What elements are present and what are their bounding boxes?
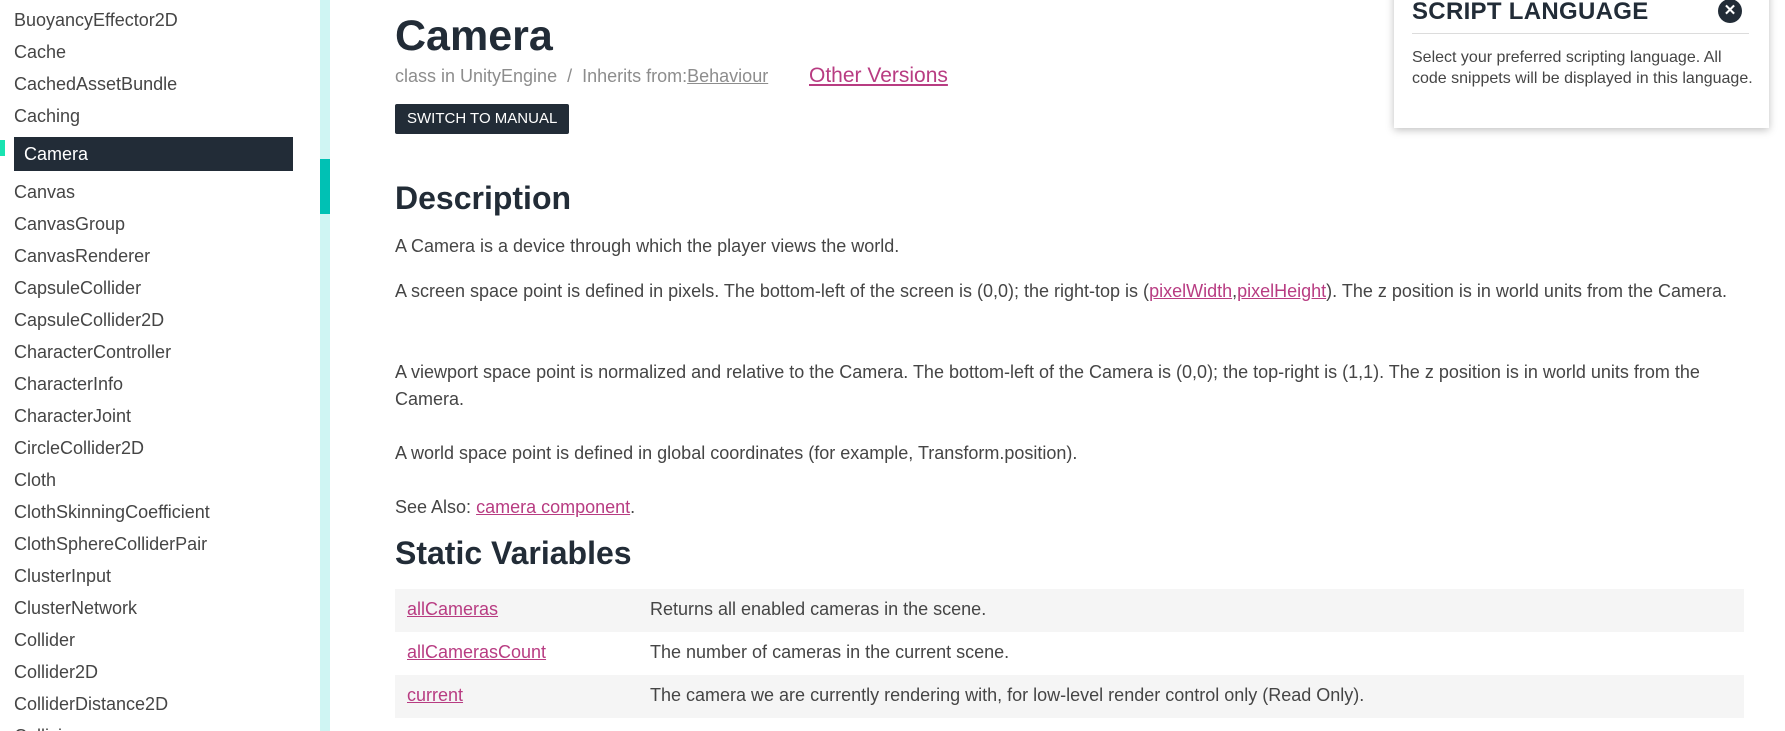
sidebar-item-cache[interactable]: Cache <box>14 37 66 67</box>
table-row: current The camera we are currently rend… <box>395 675 1744 718</box>
sidebar-item-capsulecollider[interactable]: CapsuleCollider <box>14 273 141 303</box>
sidebar-item-collision[interactable]: Collision <box>14 721 82 731</box>
script-language-popup: SCRIPT LANGUAGE ✕ Select your preferred … <box>1394 0 1769 128</box>
description-paragraph-4: A world space point is defined in global… <box>395 443 1078 463</box>
description-heading: Description <box>395 180 572 216</box>
sidebar-item-clothspherecolliderpair[interactable]: ClothSphereColliderPair <box>14 529 207 559</box>
sidebar-item-buoyancyeffector2d[interactable]: BuoyancyEffector2D <box>14 5 178 35</box>
popup-title: SCRIPT LANGUAGE <box>1412 0 1649 25</box>
pixelwidth-link[interactable]: pixelWidth <box>1149 281 1232 301</box>
sidebar-item-collider[interactable]: Collider <box>14 625 75 655</box>
class-namespace: class in UnityEngine <box>395 66 558 86</box>
sidebar-item-clusternetwork[interactable]: ClusterNetwork <box>14 593 137 623</box>
sidebar-item-canvasrenderer[interactable]: CanvasRenderer <box>14 241 150 271</box>
description-paragraph-3: A viewport space point is normalized and… <box>395 362 1700 409</box>
active-item-marker <box>0 140 5 156</box>
page-title: Camera <box>395 12 553 60</box>
sidebar-nav: BuoyancyEffector2D Cache CachedAssetBund… <box>0 0 320 731</box>
popup-divider <box>1412 33 1749 34</box>
variable-description: The camera we are currently rendering wi… <box>650 685 1365 705</box>
switch-to-manual-button[interactable]: SWITCH TO MANUAL <box>395 104 570 134</box>
sidebar-item-colliderdistance2d[interactable]: ColliderDistance2D <box>14 689 168 719</box>
pixelheight-link[interactable]: pixelHeight <box>1237 281 1326 301</box>
variable-link-current[interactable]: current <box>407 685 463 706</box>
table-row: allCamerasCount The number of cameras in… <box>395 632 1744 675</box>
static-variables-table: allCameras Returns all enabled cameras i… <box>395 589 1744 718</box>
sidebar-item-canvas[interactable]: Canvas <box>14 177 75 207</box>
sidebar-item-characterjoint[interactable]: CharacterJoint <box>14 401 131 431</box>
class-info-line: class in UnityEngine / Inherits from:Behav… <box>395 66 768 87</box>
description-paragraph-2: A screen space point is defined in pixel… <box>395 278 1755 305</box>
breadcrumb-separator: / <box>567 66 573 86</box>
sidebar-item-circlecollider2d[interactable]: CircleCollider2D <box>14 433 144 463</box>
description-paragraph-1: A Camera is a device through which the p… <box>395 236 900 256</box>
sidebar-item-collider2d[interactable]: Collider2D <box>14 657 98 687</box>
table-row: allCameras Returns all enabled cameras i… <box>395 589 1744 632</box>
see-also-period: . <box>630 497 636 517</box>
sidebar-item-capsulecollider2d[interactable]: CapsuleCollider2D <box>14 305 164 335</box>
close-icon[interactable]: ✕ <box>1718 0 1742 23</box>
camera-component-link[interactable]: camera component <box>476 497 630 517</box>
variable-link-allcamerascount[interactable]: allCamerasCount <box>407 642 546 663</box>
inherits-link-behaviour[interactable]: Behaviour <box>687 66 768 86</box>
sidebar-item-caching[interactable]: Caching <box>14 101 80 131</box>
paragraph-2-text-b: ). The z position is in world units from… <box>1326 281 1727 301</box>
sidebar-item-cachedassetbundle[interactable]: CachedAssetBundle <box>14 69 177 99</box>
sidebar-item-clusterinput[interactable]: ClusterInput <box>14 561 111 591</box>
popup-body-text: Select your preferred scripting language… <box>1412 49 1753 87</box>
sidebar-scrollbar-thumb[interactable] <box>320 159 330 214</box>
sidebar-item-cloth[interactable]: Cloth <box>14 465 56 495</box>
static-variables-heading: Static Variables <box>395 535 632 571</box>
see-also-line: See Also: camera component. <box>395 494 1755 521</box>
paragraph-2-text-a: A screen space point is defined in pixel… <box>395 281 1150 301</box>
sidebar-item-clothskinningcoefficient[interactable]: ClothSkinningCoefficient <box>14 497 210 527</box>
sidebar-item-camera[interactable]: Camera <box>14 137 293 171</box>
variable-description: Returns all enabled cameras in the scene… <box>650 599 987 619</box>
other-versions-link[interactable]: Other Versions <box>809 64 948 88</box>
sidebar-scrollbar-track[interactable] <box>320 0 330 731</box>
variable-description: The number of cameras in the current sce… <box>650 642 1010 662</box>
sidebar-item-charactercontroller[interactable]: CharacterController <box>14 337 171 367</box>
see-also-label: See Also: <box>395 497 477 517</box>
inherits-label: Inherits from: <box>582 66 688 86</box>
sidebar-item-characterinfo[interactable]: CharacterInfo <box>14 369 123 399</box>
sidebar-item-canvasgroup[interactable]: CanvasGroup <box>14 209 125 239</box>
variable-link-allcameras[interactable]: allCameras <box>407 599 498 620</box>
